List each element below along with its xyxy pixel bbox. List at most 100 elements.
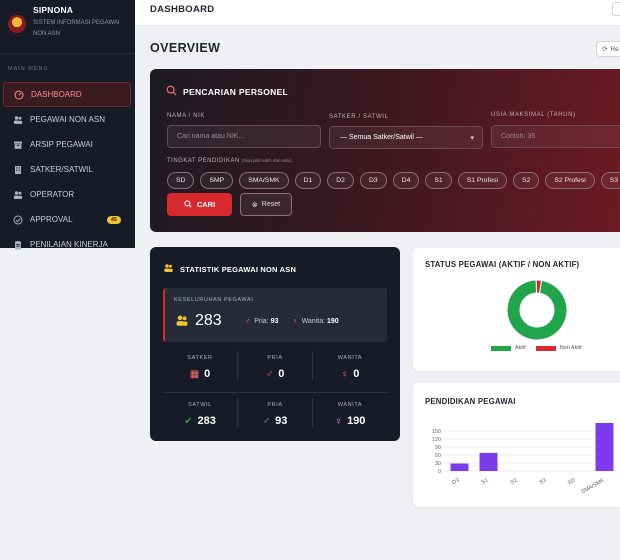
- satwil-stats-row: SATWIL ✔ 283 PRIA ♂ 93 WANITA ♀ 190: [163, 398, 387, 427]
- x-tick-label: SMA/SMK: [581, 477, 606, 495]
- satwil-stat: SATWIL ✔ 283: [163, 398, 237, 427]
- brand: SIPNONA SISTEM INFORMASI PEGAWAI NON ASN: [0, 0, 135, 54]
- bar-d3: [450, 463, 469, 471]
- x-tick-label: S1: [481, 478, 490, 487]
- education-level-title: TINGKAT PENDIDIKAN: [167, 158, 240, 164]
- x-tick-label: S3: [539, 478, 548, 487]
- satwil-wanita-stat: WANITA ♀ 190: [312, 398, 387, 427]
- satwil-pria-value: 93: [275, 415, 288, 427]
- y-tick-label: 90: [435, 445, 441, 451]
- stats-card-header: STATISTIK PEGAWAI NON ASN: [163, 263, 296, 275]
- satker-pria-stat: PRIA ♂ 0: [237, 351, 312, 380]
- search-icon: [184, 199, 192, 210]
- satwil-wanita-label: WANITA: [337, 402, 363, 408]
- refresh-button[interactable]: ⟳ Re: [596, 41, 620, 57]
- brand-title: SIPNONA: [33, 5, 74, 15]
- satker-stats-row: SATKER ▦ 0 PRIA ♂ 0 WANITA ♀ 0: [163, 351, 387, 380]
- clipboard-icon: [13, 240, 23, 250]
- satwil-pria-label: PRIA: [267, 402, 283, 408]
- education-bar-chart: 0 30 60 90 120 150 D3 S1 S2 S3 SD SMA/SMK: [432, 423, 619, 495]
- female-label: Wanita:: [301, 318, 326, 325]
- sidebar-item-penilaian-kinerja[interactable]: PENILAIAN KINERJA: [3, 232, 131, 257]
- users-icon: [163, 263, 174, 275]
- top-bar: DASHBOARD: [135, 0, 620, 26]
- female-icon: ♀: [292, 318, 298, 325]
- name-label: NAMA / NIK: [167, 113, 206, 119]
- satker-stat-value: 0: [204, 368, 211, 380]
- chip-sd[interactable]: SD: [167, 172, 195, 189]
- gender-breakdown: ♂ Pria: 93 ♀ Wanita: 190: [245, 318, 339, 325]
- satker-wanita-label: WANITA: [337, 355, 363, 361]
- chip-s1[interactable]: S1: [425, 172, 452, 189]
- sidebar-item-operator[interactable]: OPERATOR: [3, 182, 131, 207]
- x-tick-label: D3: [451, 478, 460, 487]
- y-tick-label: 0: [438, 469, 441, 475]
- chip-d1[interactable]: D1: [294, 172, 322, 189]
- male-label: Pria:: [254, 318, 269, 325]
- age-label: USIA MAKSIMAL (TAHUN): [491, 112, 576, 118]
- name-search-input[interactable]: [167, 125, 321, 148]
- satker-pria-label: PRIA: [267, 355, 283, 361]
- satwil-wanita-value: 190: [347, 415, 366, 427]
- building-icon: ▦: [189, 368, 200, 380]
- satwil-pria-stat: PRIA ♂ 93: [237, 398, 312, 427]
- female-count: 190: [327, 318, 339, 325]
- satker-select[interactable]: — Semua Satker/Satwil — ▾: [329, 126, 483, 149]
- legend-swatch-non-aktif: [535, 345, 556, 351]
- total-label: KESELURUHAN PEGAWAI: [174, 297, 254, 303]
- menu-section-label: MAIN MENU: [8, 66, 49, 72]
- reset-button-label: Reset: [261, 201, 281, 208]
- sidebar-item-label: PEGAWAI NON ASN: [30, 115, 105, 124]
- chip-s1-profesi[interactable]: S1 Profesi: [457, 172, 508, 189]
- archive-icon: [13, 140, 23, 150]
- search-panel-title: PENCARIAN PERSONEL: [183, 87, 289, 97]
- search-button-label: CARI: [196, 200, 216, 209]
- chip-d3[interactable]: D3: [359, 172, 387, 189]
- bar-s1: [479, 452, 498, 471]
- topbar-action-button[interactable]: [612, 2, 620, 16]
- refresh-label: Re: [610, 45, 619, 53]
- users-icon: [13, 115, 23, 125]
- y-tick-label: 60: [435, 453, 441, 459]
- sidebar-item-pegawai-non-asn[interactable]: PEGAWAI NON ASN: [3, 107, 131, 132]
- male-icon: ♂: [265, 368, 274, 380]
- legend-label-aktif: Aktif: [515, 345, 526, 351]
- stats-card: STATISTIK PEGAWAI NON ASN KESELURUHAN PE…: [150, 247, 400, 441]
- satker-label: SATKER / SATWIL: [329, 114, 389, 120]
- brand-subtitle: SISTEM INFORMASI PEGAWAI NON ASN: [33, 20, 120, 37]
- sidebar: SIPNONA SISTEM INFORMASI PEGAWAI NON ASN…: [0, 0, 135, 249]
- sidebar-item-dashboard[interactable]: DASHBOARD: [3, 82, 131, 107]
- satker-stat-label: SATKER: [187, 355, 213, 361]
- search-button[interactable]: CARI: [167, 193, 232, 216]
- sidebar-item-arsip-pegawai[interactable]: ARSIP PEGAWAI: [3, 132, 131, 157]
- male-icon: ♂: [245, 318, 251, 325]
- chip-s2[interactable]: S2: [513, 172, 540, 189]
- chevron-down-icon: ▾: [470, 134, 474, 142]
- search-panel-header: PENCARIAN PERSONEL: [166, 85, 288, 99]
- sidebar-item-label: ARSIP PEGAWAI: [30, 140, 93, 149]
- chip-d2[interactable]: D2: [327, 172, 354, 189]
- search-panel: PENCARIAN PERSONEL NAMA / NIK SATKER / S…: [150, 69, 620, 232]
- education-level-label: TINGKAT PENDIDIKAN (bisa pilih lebih dar…: [167, 158, 292, 164]
- satwil-stat-value: 283: [197, 415, 216, 427]
- chip-d4[interactable]: D4: [392, 172, 420, 189]
- check-circle-icon: ✔: [184, 415, 193, 427]
- age-input[interactable]: [491, 125, 620, 148]
- status-chart-legend: Aktif Non Aktif: [491, 345, 582, 351]
- sidebar-item-label: DASHBOARD: [31, 90, 82, 99]
- chip-smp[interactable]: SMP: [200, 172, 234, 189]
- approval-count-badge: 45: [106, 215, 121, 224]
- reset-button[interactable]: ⊗ Reset: [240, 193, 292, 216]
- users-icon: [174, 314, 190, 330]
- education-chart-card: PENDIDIKAN PEGAWAI 0 30 60 90 120 150 D3 S1 S2 S3…: [413, 383, 620, 507]
- sidebar-item-satker-satwil[interactable]: SATKER/SATWIL: [3, 157, 131, 182]
- male-count: 93: [270, 318, 279, 325]
- page-title: DASHBOARD: [150, 4, 215, 15]
- x-tick-label: SD: [567, 478, 577, 487]
- chip-s3[interactable]: S3: [600, 172, 620, 189]
- chip-sma-smk[interactable]: SMA/SMK: [239, 172, 289, 189]
- chip-s2-profesi[interactable]: S2 Profesi: [545, 172, 595, 189]
- sidebar-item-approval[interactable]: APPROVAL 45: [3, 207, 131, 232]
- satwil-stat-label: SATWIL: [188, 402, 212, 408]
- satker-wanita-value: 0: [353, 368, 360, 380]
